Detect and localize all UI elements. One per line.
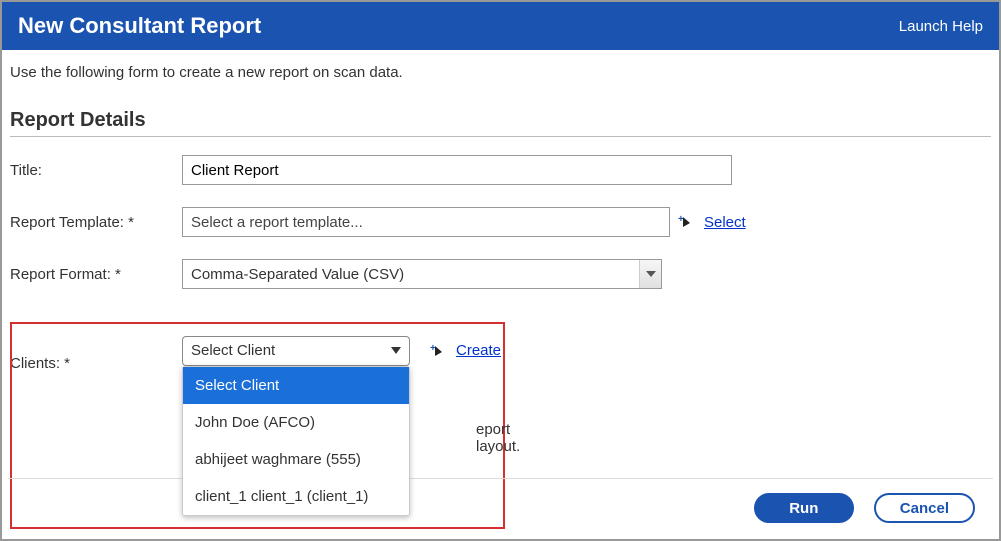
footer-buttons: Run Cancel — [754, 493, 975, 523]
template-select-link[interactable]: Select — [704, 214, 746, 231]
header-bar: New Consultant Report Launch Help — [2, 2, 999, 50]
run-button[interactable]: Run — [754, 493, 854, 523]
clients-option-abhijeet[interactable]: abhijeet waghmare (555) — [183, 441, 409, 478]
launch-help-link[interactable]: Launch Help — [899, 18, 983, 35]
row-title: Title: — [10, 155, 991, 185]
format-label: Report Format: * — [10, 266, 182, 283]
clients-selected-value: Select Client — [191, 342, 275, 359]
row-clients: Clients: * Select Client Select Client J… — [10, 329, 991, 372]
title-label: Title: — [10, 162, 182, 179]
layout-hint-fragment: eport layout. — [476, 421, 520, 455]
clients-option-select-client[interactable]: Select Client — [183, 367, 409, 404]
clients-label: Clients: * — [10, 355, 182, 372]
clients-option-john-doe[interactable]: John Doe (AFCO) — [183, 404, 409, 441]
title-input[interactable] — [182, 155, 732, 185]
cancel-button[interactable]: Cancel — [874, 493, 975, 523]
clients-option-client1[interactable]: client_1 client_1 (client_1) — [183, 478, 409, 515]
format-chevron-button[interactable] — [639, 260, 661, 288]
format-value: Comma-Separated Value (CSV) — [191, 266, 404, 283]
row-template: Report Template: * Select a report templ… — [10, 207, 991, 237]
section-heading: Report Details — [10, 109, 991, 137]
page-title: New Consultant Report — [18, 13, 261, 39]
clients-create-link[interactable]: Create — [456, 342, 501, 359]
window-frame: New Consultant Report Launch Help Use th… — [0, 0, 1001, 541]
create-picker-icon: + — [430, 343, 446, 359]
clients-select-wrapper: Select Client Select Client John Doe (AF… — [182, 336, 410, 366]
content-area: Use the following form to create a new r… — [2, 50, 999, 408]
row-format: Report Format: * Comma-Separated Value (… — [10, 259, 991, 289]
format-select[interactable]: Comma-Separated Value (CSV) — [182, 259, 662, 289]
template-label: Report Template: * — [10, 214, 182, 231]
clients-dropdown: Select Client John Doe (AFCO) abhijeet w… — [182, 366, 410, 516]
template-value: Select a report template... — [191, 214, 363, 231]
chevron-down-icon — [391, 347, 401, 354]
intro-text: Use the following form to create a new r… — [10, 64, 991, 81]
footer-divider — [8, 478, 993, 479]
select-picker-icon: + — [678, 214, 694, 230]
template-field: Select a report template... — [182, 207, 670, 237]
clients-select[interactable]: Select Client — [182, 336, 410, 366]
chevron-down-icon — [646, 271, 656, 277]
